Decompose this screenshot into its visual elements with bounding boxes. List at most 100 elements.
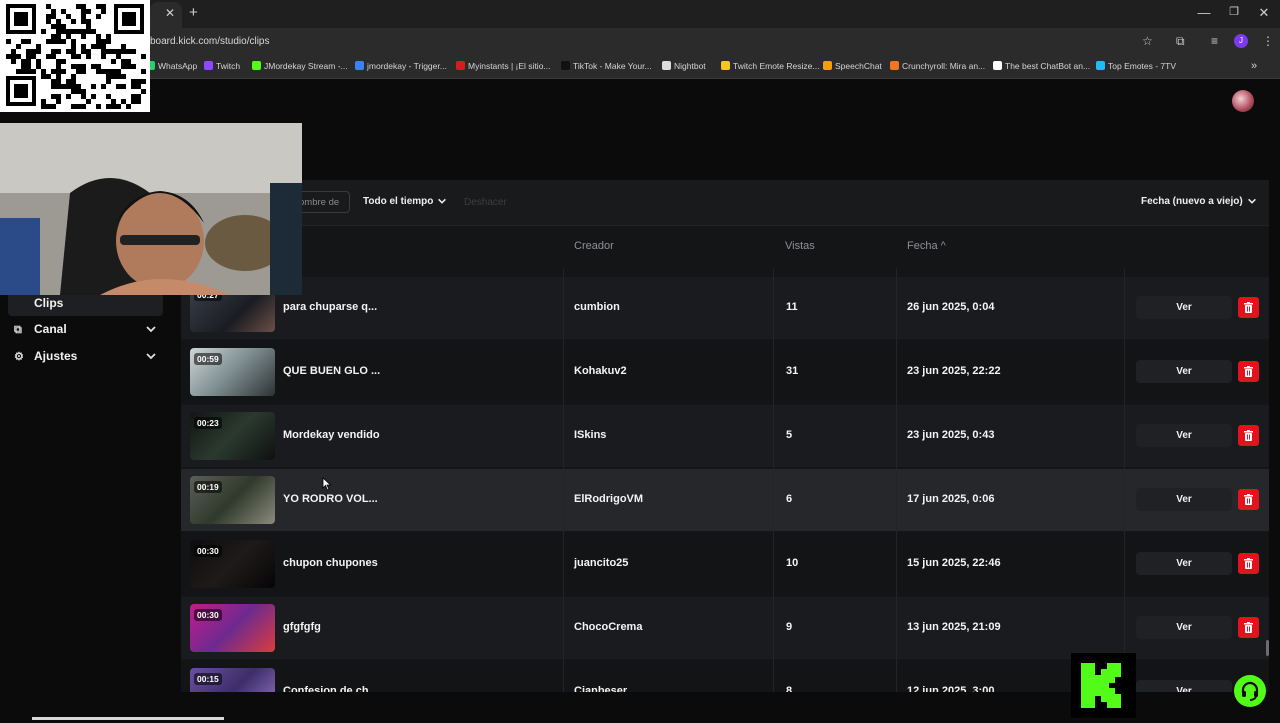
- bookmark-favicon-icon: [355, 61, 364, 70]
- sort-dropdown[interactable]: Fecha (nuevo a viejo): [1141, 196, 1257, 207]
- trash-icon: [1244, 366, 1253, 377]
- new-tab-icon[interactable]: +: [189, 4, 198, 21]
- bookmark-item[interactable]: TikTok - Make Your...: [561, 61, 652, 71]
- column-header-creator[interactable]: Creador: [574, 240, 614, 252]
- bookmark-label: WhatsApp: [158, 61, 198, 71]
- view-clip-button[interactable]: Ver: [1136, 424, 1232, 447]
- clip-date: 12 jun 2025, 3:00: [907, 685, 995, 692]
- clip-thumbnail[interactable]: 00:23: [190, 412, 275, 460]
- clip-views: 10: [786, 557, 799, 569]
- delete-clip-button[interactable]: [1238, 361, 1259, 382]
- delete-clip-button[interactable]: [1238, 425, 1259, 446]
- view-clip-button[interactable]: Ver: [1136, 360, 1232, 383]
- sort-label: Fecha (nuevo a viejo): [1141, 196, 1243, 207]
- chevron-down-icon: [1247, 198, 1256, 204]
- close-window-icon[interactable]: ✕: [1254, 5, 1274, 21]
- bookmark-item[interactable]: Twitch: [204, 61, 240, 71]
- sidebar-item-ajustes[interactable]: ⚙ Ajustes: [14, 349, 77, 363]
- chevron-down-icon[interactable]: [145, 323, 157, 335]
- close-tab-icon[interactable]: ✕: [165, 6, 175, 20]
- clip-thumbnail[interactable]: 00:15: [190, 668, 275, 692]
- clip-duration: 00:19: [194, 481, 222, 493]
- bookmark-label: SpeechChat: [835, 61, 882, 71]
- column-header-date[interactable]: Fecha ^: [907, 240, 946, 252]
- chevron-down-icon[interactable]: [145, 350, 157, 362]
- bookmark-label: The best ChatBot an...: [1005, 61, 1091, 71]
- clip-creator: cumbion: [574, 301, 620, 313]
- delete-clip-button[interactable]: [1238, 553, 1259, 574]
- clip-thumbnail[interactable]: 00:59: [190, 348, 275, 396]
- support-chat-button[interactable]: [1234, 675, 1266, 707]
- view-clip-button[interactable]: Ver: [1136, 552, 1232, 575]
- delete-clip-button[interactable]: [1238, 489, 1259, 510]
- clip-title: chupon chupones: [283, 557, 378, 569]
- bookmark-item[interactable]: Top Emotes - 7TV: [1096, 61, 1176, 71]
- delete-clip-button[interactable]: [1238, 617, 1259, 638]
- minimize-icon[interactable]: —: [1194, 5, 1214, 20]
- time-filter-dropdown[interactable]: Todo el tiempo: [363, 196, 447, 207]
- bookmark-item[interactable]: Nightbot: [662, 61, 706, 71]
- clip-title: Mordekay vendido: [283, 429, 380, 441]
- undo-button[interactable]: Deshacer: [464, 197, 507, 208]
- chevron-down-icon: [438, 198, 447, 204]
- clip-duration: 00:30: [194, 545, 222, 557]
- table-row[interactable]: 00:30 gfgfgfg ChocoCrema 9 13 jun 2025, 21:0…: [181, 597, 1269, 659]
- bookmark-favicon-icon: [561, 61, 570, 70]
- trash-icon: [1244, 302, 1253, 313]
- table-row[interactable]: 00:19 YO RODRO VOL... ElRodrigoVM 6 17 jun 2…: [181, 469, 1269, 531]
- bookmark-item[interactable]: JMordekay Stream -...: [252, 61, 348, 71]
- clip-creator: ElRodrigoVM: [574, 493, 644, 505]
- bookmark-item[interactable]: SpeechChat: [823, 61, 882, 71]
- browser-menu-icon[interactable]: ⋮: [1262, 34, 1274, 48]
- qr-code: [0, 0, 150, 112]
- bookmark-label: JMordekay Stream -...: [264, 61, 348, 71]
- table-row[interactable]: 00:23 Mordekay vendido ISkins 5 23 jun 2025,…: [181, 405, 1269, 467]
- table-row[interactable]: 00:59 QUE BUEN GLO ... Kohakuv2 31 23 jun 20…: [181, 341, 1269, 403]
- clip-title: YO RODRO VOL...: [283, 493, 378, 505]
- channel-icon: ⧉: [14, 324, 22, 336]
- bookmark-item[interactable]: WhatsApp: [146, 61, 197, 71]
- clip-thumbnail[interactable]: 00:30: [190, 540, 275, 588]
- clip-views: 11: [786, 301, 798, 313]
- bookmark-item[interactable]: Myinstants | ¡El sitio...: [456, 61, 551, 71]
- bookmark-label: Twitch: [216, 61, 241, 71]
- bookmark-favicon-icon: [721, 61, 730, 70]
- column-header-views[interactable]: Vistas: [785, 240, 815, 252]
- bookmark-item[interactable]: jmordekay - Trigger...: [355, 61, 447, 71]
- bookmark-item[interactable]: Crunchyroll: Mira an...: [890, 61, 985, 71]
- vertical-scrollbar[interactable]: [1266, 640, 1269, 656]
- clip-date: 17 jun 2025, 0:06: [907, 493, 995, 505]
- view-clip-button[interactable]: Ver: [1136, 616, 1232, 639]
- extensions-icon[interactable]: ⧉: [1176, 34, 1185, 49]
- bookmark-item[interactable]: The best ChatBot an...: [993, 61, 1090, 71]
- clip-duration: 00:30: [194, 609, 222, 621]
- table-row[interactable]: 00:27 para chuparse q... cumbion 11 26 jun 2…: [181, 277, 1269, 339]
- clip-views: 6: [786, 493, 793, 505]
- clip-thumbnail[interactable]: 00:19: [190, 476, 275, 524]
- trash-icon: [1244, 494, 1253, 505]
- bookmark-favicon-icon: [890, 61, 899, 70]
- bookmark-star-icon[interactable]: ☆: [1142, 34, 1153, 48]
- clip-thumbnail[interactable]: 00:30: [190, 604, 275, 652]
- kick-logo: [1071, 653, 1136, 718]
- trash-icon: [1244, 430, 1253, 441]
- view-clip-button[interactable]: Ver: [1136, 680, 1232, 692]
- profile-avatar[interactable]: J: [1234, 34, 1248, 48]
- address-bar[interactable]: board.kick.com/studio/clips: [150, 36, 270, 47]
- media-icon[interactable]: ≡: [1211, 34, 1218, 48]
- bookmark-item[interactable]: Twitch Emote Resize...: [721, 61, 819, 71]
- restore-icon[interactable]: ❐: [1224, 5, 1244, 18]
- user-avatar[interactable]: [1232, 90, 1254, 112]
- bookmark-favicon-icon: [1096, 61, 1105, 70]
- headset-icon: [1241, 681, 1259, 701]
- trash-icon: [1244, 558, 1253, 569]
- view-clip-button[interactable]: Ver: [1136, 296, 1232, 319]
- bookmark-label: jmordekay - Trigger...: [367, 61, 447, 71]
- view-clip-button[interactable]: Ver: [1136, 488, 1232, 511]
- bookmark-favicon-icon: [993, 61, 1002, 70]
- more-bookmarks-icon[interactable]: »: [1251, 60, 1257, 72]
- table-row[interactable]: 00:30 chupon chupones juancito25 10 15 jun 2…: [181, 533, 1269, 595]
- clip-duration: 00:23: [194, 417, 222, 429]
- delete-clip-button[interactable]: [1238, 297, 1259, 318]
- sidebar-item-canal[interactable]: ⧉ Canal: [14, 322, 67, 337]
